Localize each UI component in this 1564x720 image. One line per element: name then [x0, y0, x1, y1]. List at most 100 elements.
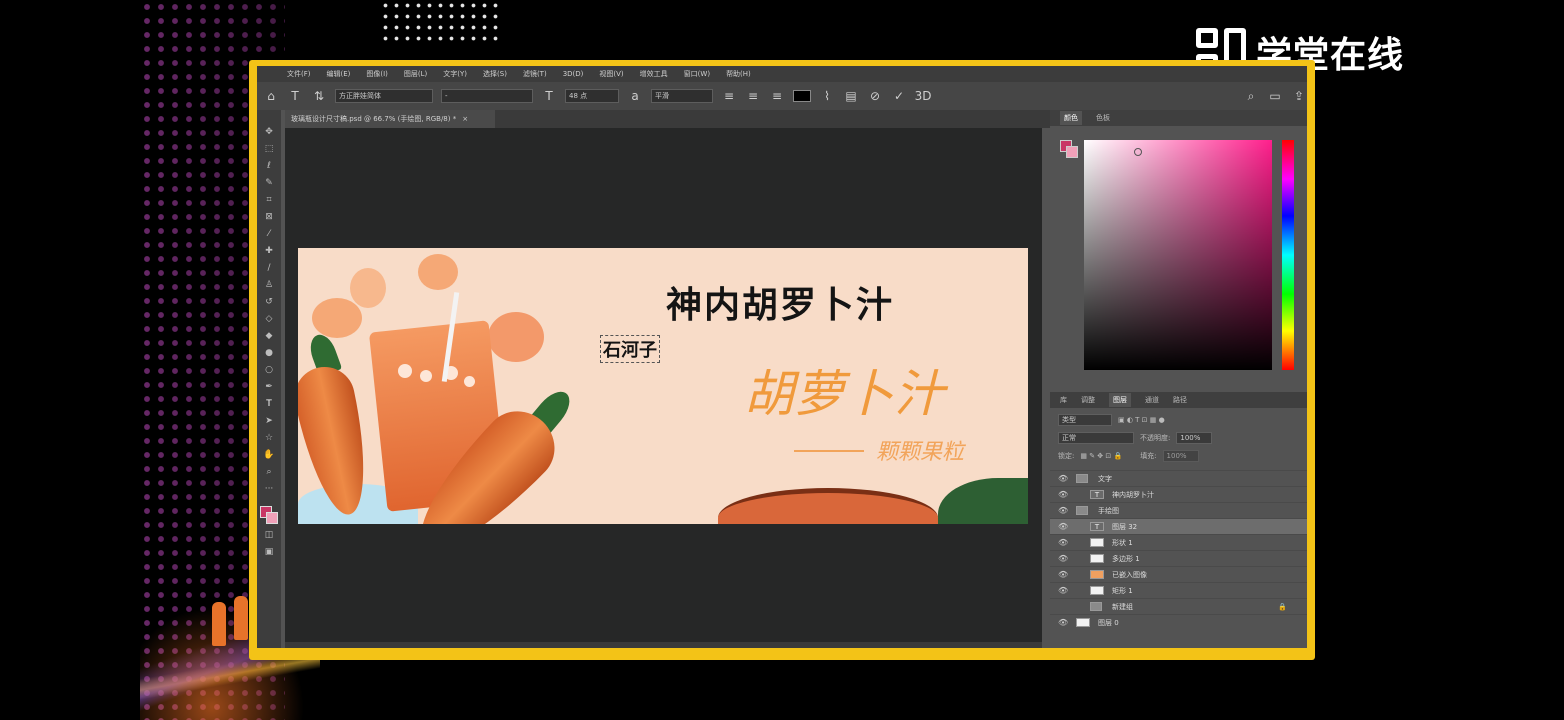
visibility-eye-icon[interactable]: 👁: [1058, 570, 1068, 579]
eraser-tool-icon[interactable]: ◇: [262, 313, 276, 325]
lasso-tool-icon[interactable]: ℓ: [262, 160, 276, 172]
close-icon[interactable]: ×: [462, 115, 468, 123]
tab-paths[interactable]: 路径: [1173, 395, 1187, 405]
layer-row[interactable]: 👁 T 图层 32: [1050, 518, 1307, 534]
type-tool-icon[interactable]: T: [262, 398, 276, 410]
menu-window[interactable]: 窗口(W): [684, 69, 710, 79]
pen-tool-icon[interactable]: ✒: [262, 381, 276, 393]
opacity-field[interactable]: 100%: [1176, 432, 1213, 444]
tab-adjustments[interactable]: 调整: [1081, 395, 1095, 405]
dodge-tool-icon[interactable]: ○: [262, 364, 276, 376]
menu-image[interactable]: 图像(I): [366, 69, 388, 79]
tab-layers[interactable]: 图层: [1109, 393, 1131, 407]
background-color[interactable]: [266, 512, 278, 524]
crop-tool-icon[interactable]: ⌗: [262, 194, 276, 206]
visibility-eye-icon[interactable]: 👁: [1058, 554, 1068, 563]
menu-select[interactable]: 选择(S): [483, 69, 507, 79]
canvas-slogan[interactable]: 颗颗果粒: [876, 434, 964, 466]
path-select-icon[interactable]: ➤: [262, 415, 276, 427]
search-icon[interactable]: ⌕: [1243, 88, 1259, 104]
zoom-tool-icon[interactable]: ⌕: [262, 466, 276, 478]
layer-row[interactable]: 👁 矩形 1: [1050, 582, 1307, 598]
canvas-subtitle-text[interactable]: 石河子: [600, 335, 660, 363]
visibility-eye-icon[interactable]: 👁: [1058, 522, 1068, 531]
visibility-eye-icon[interactable]: 👁: [1058, 490, 1068, 499]
font-size-select[interactable]: 48 点: [565, 89, 619, 103]
text-orientation-icon[interactable]: ⇅: [311, 88, 327, 104]
3d-icon[interactable]: 3D: [915, 88, 932, 104]
eyedropper-tool-icon[interactable]: ⁄: [262, 228, 276, 240]
frame-tool-icon[interactable]: ⊠: [262, 211, 276, 223]
menu-plugins[interactable]: 增效工具: [640, 69, 668, 79]
menu-layer[interactable]: 图层(L): [404, 69, 427, 79]
quick-mask-icon[interactable]: ◫: [262, 529, 276, 541]
hue-slider[interactable]: [1282, 140, 1294, 370]
shape-tool-icon[interactable]: ☆: [262, 432, 276, 444]
hand-tool-icon[interactable]: ✋: [262, 449, 276, 461]
menu-edit[interactable]: 编辑(E): [327, 69, 351, 79]
font-family-select[interactable]: 方正胖娃简体: [335, 89, 433, 103]
layer-row[interactable]: 👁 文字: [1050, 470, 1307, 486]
history-brush-icon[interactable]: ↺: [262, 296, 276, 308]
cancel-icon[interactable]: ⊘: [867, 88, 883, 104]
brush-tool-icon[interactable]: /: [262, 262, 276, 274]
visibility-eye-icon[interactable]: 👁: [1058, 538, 1068, 547]
screen-mode-icon[interactable]: ▣: [262, 546, 276, 558]
move-tool-icon[interactable]: ✥: [262, 126, 276, 138]
layer-row[interactable]: 👁 多边形 1: [1050, 550, 1307, 566]
fill-field[interactable]: 100%: [1162, 450, 1199, 462]
menu-help[interactable]: 帮助(H): [726, 69, 751, 79]
tab-color[interactable]: 颜色: [1060, 111, 1082, 125]
layer-row[interactable]: 👁 T 神内胡罗卜汁: [1050, 486, 1307, 502]
lock-icons[interactable]: ▦ ✎ ✥ ⊡ 🔒: [1080, 452, 1122, 460]
layer-filter-select[interactable]: 类型: [1058, 414, 1112, 426]
color-picker-handle[interactable]: [1134, 148, 1142, 156]
document-tab[interactable]: 玻璃瓶设计尺寸稿.psd @ 66.7% (手绘图, RGB/8) * ×: [285, 110, 495, 128]
commit-icon[interactable]: ✓: [891, 88, 907, 104]
more-tools-icon[interactable]: ···: [262, 483, 276, 495]
panel-background-color[interactable]: [1066, 146, 1078, 158]
visibility-eye-icon[interactable]: 👁: [1058, 474, 1068, 483]
layer-row[interactable]: 👁 手绘图: [1050, 502, 1307, 518]
blend-mode-select[interactable]: 正常: [1058, 432, 1134, 444]
quick-select-tool-icon[interactable]: ✎: [262, 177, 276, 189]
layer-row[interactable]: 👁新建组🔒: [1050, 598, 1307, 614]
layer-filter-icons[interactable]: ▣ ◐ T ⊡ ▦ ●: [1118, 416, 1165, 424]
warp-text-icon[interactable]: ⌇: [819, 88, 835, 104]
blur-tool-icon[interactable]: ●: [262, 347, 276, 359]
visibility-eye-icon[interactable]: 👁: [1058, 586, 1068, 595]
color-swatches[interactable]: [260, 506, 278, 524]
visibility-eye-icon[interactable]: 👁: [1058, 618, 1068, 627]
menu-type[interactable]: 文字(Y): [443, 69, 467, 79]
home-icon[interactable]: ⌂: [263, 88, 279, 104]
marquee-tool-icon[interactable]: ⬚: [262, 143, 276, 155]
tab-channels[interactable]: 通道: [1145, 395, 1159, 405]
menu-3d[interactable]: 3D(D): [563, 70, 584, 78]
healing-tool-icon[interactable]: ✚: [262, 245, 276, 257]
menu-filter[interactable]: 滤镜(T): [523, 69, 547, 79]
layer-row[interactable]: 👁 已嵌入图像: [1050, 566, 1307, 582]
menu-file[interactable]: 文件(F): [287, 69, 311, 79]
font-style-select[interactable]: -: [441, 89, 533, 103]
antialias-select[interactable]: 平滑: [651, 89, 713, 103]
stamp-tool-icon[interactable]: ♙: [262, 279, 276, 291]
align-center-icon[interactable]: ≡: [745, 88, 761, 104]
canvas-title-text[interactable]: 神内胡罗卜汁: [666, 276, 894, 328]
canvas-script-title[interactable]: 胡萝卜汁: [744, 354, 944, 426]
layer-row[interactable]: 👁 形状 1: [1050, 534, 1307, 550]
document-canvas[interactable]: 神内胡罗卜汁 石河子 胡萝卜汁 颗颗果粒: [298, 248, 1028, 524]
color-field[interactable]: [1084, 140, 1272, 370]
type-tool-icon[interactable]: T: [287, 88, 303, 104]
menu-view[interactable]: 视图(V): [599, 69, 623, 79]
tab-libraries[interactable]: 库: [1060, 395, 1067, 405]
align-left-icon[interactable]: ≡: [721, 88, 737, 104]
visibility-eye-icon[interactable]: 👁: [1058, 506, 1068, 515]
align-right-icon[interactable]: ≡: [769, 88, 785, 104]
workspace-icon[interactable]: ▭: [1267, 88, 1283, 104]
character-panel-icon[interactable]: ▤: [843, 88, 859, 104]
tab-swatches[interactable]: 色板: [1096, 113, 1110, 123]
share-icon[interactable]: ⇪: [1291, 88, 1307, 104]
layer-row[interactable]: 👁 图层 0: [1050, 614, 1307, 630]
paint-bucket-icon[interactable]: ◆: [262, 330, 276, 342]
text-color-swatch[interactable]: [793, 90, 811, 102]
